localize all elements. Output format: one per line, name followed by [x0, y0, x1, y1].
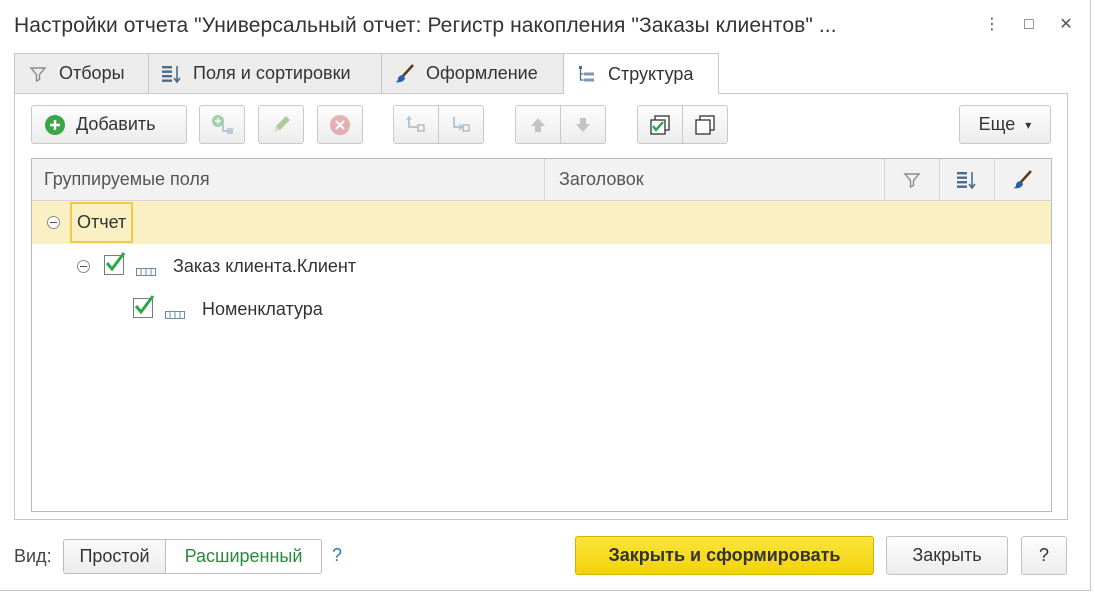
table-header: Группируемые поля Заголовок — [32, 159, 1051, 201]
tab-fields-sorting[interactable]: Поля и сортировки — [148, 53, 382, 93]
view-extended-button[interactable]: Расширенный — [165, 539, 322, 574]
brush-icon — [1012, 169, 1034, 190]
title-bar: Настройки отчета "Универсальный отчет: Р… — [0, 0, 1091, 52]
more-button-label: Еще — [978, 114, 1016, 134]
tab-filters[interactable]: Отборы — [14, 53, 149, 93]
tab-label: Структура — [608, 63, 694, 84]
tree-row-grouping[interactable]: Номенклатура — [32, 288, 1051, 331]
structure-tree-table[interactable]: Группируемые поля Заголовок Отчет Заказ … — [31, 158, 1052, 512]
uncheck-all-icon — [693, 113, 717, 137]
header-label: Группируемые поля — [44, 169, 210, 189]
uncheck-all-button[interactable] — [682, 105, 728, 144]
report-settings-window: Настройки отчета "Универсальный отчет: Р… — [0, 0, 1091, 591]
column-header-filters[interactable] — [885, 159, 940, 200]
check-all-icon — [648, 113, 672, 137]
move-up-level-icon — [404, 113, 428, 137]
grouping-field-icon — [136, 261, 156, 282]
tab-appearance[interactable]: Оформление — [381, 53, 564, 93]
add-button[interactable]: Добавить — [31, 105, 187, 144]
settings-tabs: Отборы Поля и сортировки Оформление Стру… — [14, 53, 1068, 94]
fields-sort-icon — [161, 64, 183, 84]
row-label-box: Отчет — [70, 202, 134, 243]
grouping-field-icon — [165, 304, 185, 325]
view-help-link[interactable]: ? — [332, 545, 342, 566]
view-simple-button[interactable]: Простой — [63, 539, 166, 574]
structure-icon — [576, 64, 598, 84]
row-label: Заказ клиента.Клиент — [173, 256, 357, 276]
tab-label: Отборы — [59, 63, 125, 83]
close-and-build-label: Закрыть и сформировать — [608, 545, 841, 565]
pencil-icon — [270, 114, 292, 136]
delete-button[interactable] — [317, 105, 363, 144]
tab-label: Оформление — [426, 63, 538, 83]
collapse-icon[interactable] — [47, 216, 60, 229]
check-all-button[interactable] — [637, 105, 683, 144]
column-header-fields[interactable] — [940, 159, 995, 200]
view-simple-label: Простой — [79, 546, 150, 566]
view-label: Вид: — [14, 546, 52, 566]
tab-label: Поля и сортировки — [193, 63, 351, 83]
delete-icon — [329, 114, 351, 136]
close-icon[interactable]: ✕ — [1054, 13, 1078, 37]
move-down-button[interactable] — [560, 105, 606, 144]
tab-structure[interactable]: Структура — [563, 53, 719, 94]
add-grouping-button[interactable] — [199, 105, 245, 144]
move-to-parent-button[interactable] — [393, 105, 439, 144]
header-label: Заголовок — [559, 169, 644, 189]
brush-icon — [394, 63, 416, 84]
more-actions-icon[interactable]: ⋮ — [980, 13, 1004, 37]
column-header-appearance[interactable] — [995, 159, 1051, 200]
collapse-icon[interactable] — [77, 260, 90, 273]
more-button[interactable]: Еще ▾ — [959, 105, 1051, 144]
row-label: Номенклатура — [202, 299, 323, 319]
move-to-child-button[interactable] — [438, 105, 484, 144]
help-button[interactable]: ? — [1021, 536, 1067, 575]
row-checkbox[interactable] — [104, 252, 126, 275]
filter-icon — [903, 171, 921, 189]
add-icon — [44, 114, 66, 136]
arrow-up-icon — [527, 114, 549, 136]
help-label: ? — [1038, 545, 1049, 565]
add-button-label: Добавить — [76, 114, 156, 134]
tree-row-grouping[interactable]: Заказ клиента.Клиент — [32, 245, 1051, 288]
view-extended-label: Расширенный — [184, 546, 303, 566]
maximize-icon[interactable]: □ — [1017, 13, 1041, 37]
fields-sort-icon — [956, 170, 978, 190]
arrow-down-icon — [572, 114, 594, 136]
row-checkbox[interactable] — [133, 295, 155, 318]
move-down-level-icon — [449, 113, 473, 137]
column-header-heading[interactable]: Заголовок — [545, 159, 885, 200]
window-title: Настройки отчета "Универсальный отчет: Р… — [14, 14, 837, 37]
move-up-button[interactable] — [515, 105, 561, 144]
close-and-build-button[interactable]: Закрыть и сформировать — [575, 536, 874, 575]
add-grouping-icon — [209, 113, 235, 137]
close-label: Закрыть — [912, 545, 982, 565]
column-header-grouping-fields[interactable]: Группируемые поля — [32, 159, 545, 200]
row-label: Отчет — [77, 212, 127, 232]
close-button[interactable]: Закрыть — [886, 536, 1008, 575]
structure-panel: Добавить Еще ▾ Группируемые поля Заголов… — [14, 93, 1068, 520]
tree-row-report[interactable]: Отчет — [32, 201, 1051, 244]
filter-icon — [27, 64, 49, 84]
chevron-down-icon: ▾ — [1025, 117, 1032, 132]
edit-button[interactable] — [258, 105, 304, 144]
